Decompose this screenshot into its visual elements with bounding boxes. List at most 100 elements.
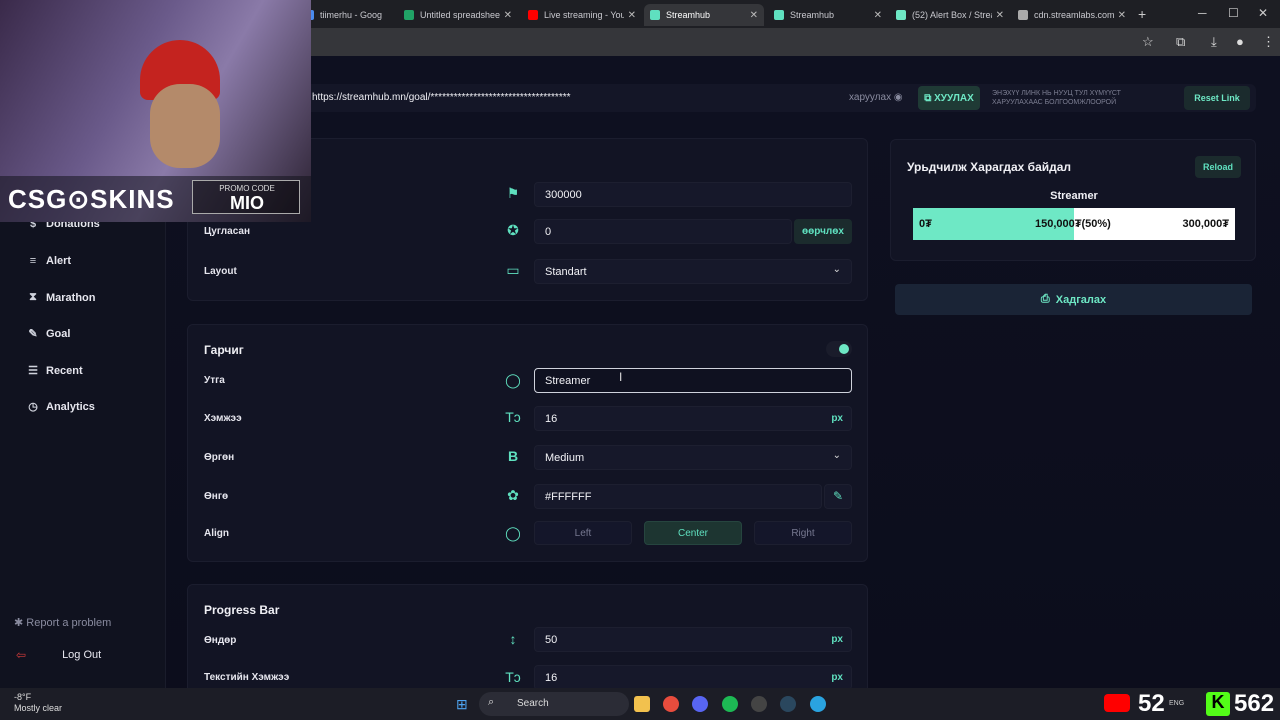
bookmark-star-icon[interactable]: ☆ (1142, 34, 1154, 50)
show-link-toggle[interactable]: харуулах ◉ (849, 92, 903, 103)
unit-suffix: px (831, 413, 843, 424)
link-warning-text: ЭНЭХҮҮ ЛИНК НЬ НУУЦ ТУЛ ХҮМҮҮСТ ХАРУУЛАХ… (992, 90, 1121, 106)
logout-icon: ⇦ (16, 648, 27, 662)
close-icon[interactable]: ✕ (628, 10, 636, 21)
search-icon: ⌕ (488, 696, 495, 708)
toggle-knob (839, 344, 849, 354)
browser-tab-active[interactable]: Streamhub ✕ (644, 4, 764, 26)
webcam-overlay: CSG⊙SKINS PROMO CODE MIO (0, 0, 311, 222)
file-explorer-icon[interactable] (634, 696, 650, 712)
chevron-down-icon: ⌄ (832, 264, 841, 275)
sidebar-item-analytics[interactable]: ◷ Analytics (26, 400, 95, 414)
new-tab-button[interactable]: + (1138, 6, 1146, 22)
browser-tab[interactable]: Live streaming - YouT ✕ (522, 4, 642, 26)
font-weight-select[interactable]: Medium ⌄ (534, 445, 852, 470)
color-input[interactable]: #FFFFFF (534, 484, 822, 509)
align-right-button[interactable]: Right (754, 521, 852, 545)
title-text-input[interactable]: Streamer (534, 368, 852, 393)
align-left-button[interactable]: Left (534, 521, 632, 545)
sponsor-banner: CSG⊙SKINS PROMO CODE MIO (0, 176, 311, 222)
layout-icon: ▭ (506, 262, 520, 278)
copy-link-button[interactable]: ⧉ ХУУЛАХ (918, 86, 980, 110)
list-icon: ☰ (28, 365, 38, 377)
bar-text-size-input[interactable]: 16 px (534, 665, 852, 688)
profile-avatar-icon[interactable]: ● (1236, 34, 1244, 49)
preview-goal-label: Streamer (1050, 190, 1098, 202)
text-size-icon: Tↄ (505, 669, 521, 685)
steam-icon[interactable] (780, 696, 796, 712)
close-icon[interactable]: ✕ (750, 10, 758, 21)
text-cursor-icon: I (619, 370, 623, 384)
chevron-down-icon: ⌄ (832, 450, 841, 461)
youtube-viewer-count: 52 (1138, 690, 1165, 717)
goal-amount-input[interactable]: 300000 (534, 182, 852, 207)
reset-link-button[interactable]: Reset Link (1184, 86, 1250, 110)
sidebar-item-marathon[interactable]: ⧗ Marathon (26, 291, 96, 304)
alert-sliders-icon: ≡ (29, 255, 37, 267)
text-label: Утга (204, 375, 225, 386)
flag-icon: ⚑ (506, 185, 520, 201)
tab-favicon (650, 10, 660, 20)
change-collected-button[interactable]: өөрчлөх (794, 219, 852, 244)
logout-button[interactable]: ⇦ Log Out (16, 648, 101, 662)
save-button[interactable]: ⎙ Хадгалах (895, 284, 1252, 315)
obs-icon[interactable] (751, 696, 767, 712)
promo-label: PROMO CODE (219, 184, 275, 193)
align-label: Align (204, 528, 229, 539)
window-close-icon[interactable]: ✕ (1258, 6, 1268, 20)
extensions-icon[interactable]: ⧉ (1176, 34, 1185, 50)
reload-button[interactable]: Reload (1195, 156, 1241, 178)
bar-height-input[interactable]: 50 px (534, 627, 852, 652)
text-size-icon: Tↄ (505, 409, 521, 425)
sidebar-item-recent[interactable]: ☰ Recent (26, 364, 83, 378)
language-indicator[interactable]: ENG (1169, 700, 1184, 707)
title-size-input[interactable]: 16 px (534, 406, 852, 431)
close-icon[interactable]: ✕ (874, 10, 882, 21)
chat-bubble-icon: ◯ (505, 372, 521, 388)
report-problem-link[interactable]: ✱ Report a problem (14, 616, 111, 629)
menu-dots-icon[interactable]: ⋮ (1262, 34, 1275, 50)
sidebar-item-label: Marathon (46, 291, 96, 304)
unit-suffix: px (831, 634, 843, 645)
chrome-icon[interactable] (663, 696, 679, 712)
spotify-icon[interactable] (722, 696, 738, 712)
palette-icon: ✿ (507, 487, 519, 503)
collected-input[interactable]: 0 (534, 219, 792, 244)
close-icon[interactable]: ✕ (996, 10, 1004, 21)
progress-bar-panel: Progress Bar Өндөр ↕ 50 px Текстийн Хэмжэ… (187, 584, 868, 688)
taskbar-search[interactable]: Search (479, 692, 629, 716)
browser-tab[interactable]: (52) Alert Box / Strea ✕ (890, 4, 1010, 26)
align-center-button[interactable]: Center (644, 521, 742, 545)
browser-tab[interactable]: Streamhub ✕ (768, 4, 888, 26)
collected-label: Цугласан (204, 226, 250, 237)
browser-tab[interactable]: Untitled spreadsheet ✕ (398, 4, 518, 26)
progress-end-text: 300,000₮ (1182, 218, 1229, 230)
tab-favicon (896, 10, 906, 20)
maximize-icon[interactable]: ☐ (1228, 6, 1239, 20)
download-icon[interactable]: ⤓ (1211, 34, 1217, 50)
discord-icon[interactable] (692, 696, 708, 712)
kick-icon: K (1206, 692, 1230, 716)
layout-select[interactable]: Standart ⌄ (534, 259, 852, 284)
kick-viewer-count: 562 (1234, 690, 1275, 717)
close-icon[interactable]: ✕ (504, 10, 512, 21)
save-icon: ⎙ (1040, 293, 1056, 305)
layout-label: Layout (204, 266, 237, 277)
title-visibility-toggle[interactable] (826, 341, 852, 357)
tab-favicon (1018, 10, 1028, 20)
minimize-icon[interactable]: ─ (1198, 6, 1207, 20)
tab-favicon (774, 10, 784, 20)
streamer-face (150, 84, 220, 168)
telegram-icon[interactable] (810, 696, 826, 712)
close-icon[interactable]: ✕ (1118, 10, 1126, 21)
sidebar-item-label: Analytics (46, 400, 95, 413)
weather-widget[interactable]: -8°F Mostly clear (14, 692, 62, 714)
browser-tab[interactable]: cdn.streamlabs.com/✕ (1012, 4, 1132, 26)
windows-start-icon[interactable]: ⊞ (456, 696, 472, 712)
promo-code: MIO (230, 193, 264, 213)
eyedropper-icon[interactable]: ✎ (824, 484, 852, 509)
tab-favicon (404, 10, 414, 20)
sidebar-item-alert[interactable]: ≡ Alert (26, 255, 71, 267)
sidebar-item-goal[interactable]: ✎ Goal (26, 327, 70, 341)
tab-favicon (528, 10, 538, 20)
